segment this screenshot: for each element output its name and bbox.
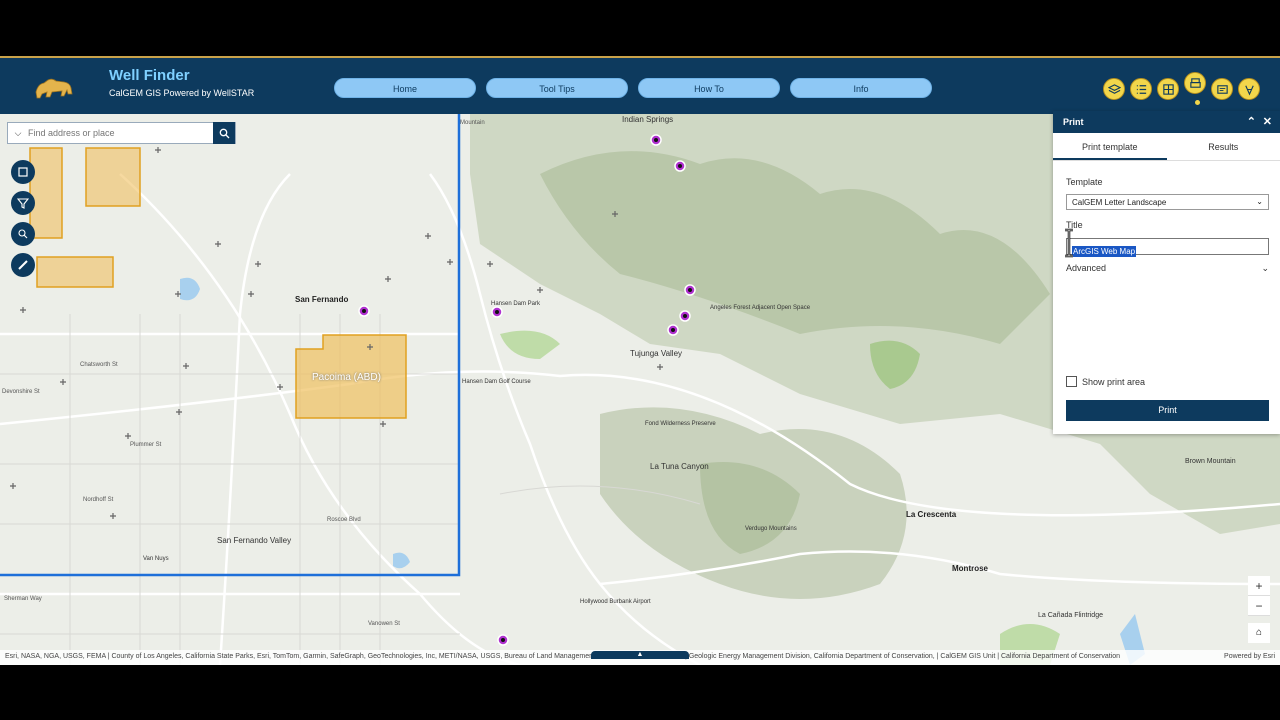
chevron-down-icon: ⌄ bbox=[1261, 263, 1269, 273]
nav-how-to-button[interactable]: How To bbox=[638, 78, 780, 98]
title-input-value: ArcGIS Web Map bbox=[1072, 246, 1137, 257]
nav-home-button[interactable]: Home bbox=[334, 78, 476, 98]
filter-button[interactable] bbox=[11, 191, 35, 215]
tab-print-template[interactable]: Print template bbox=[1053, 133, 1167, 160]
map-label: La Cañada Flintridge bbox=[1038, 612, 1103, 619]
template-value: CalGEM Letter Landscape bbox=[1072, 198, 1167, 207]
filter-icon bbox=[17, 198, 29, 209]
nav-tool-tips-button[interactable]: Tool Tips bbox=[486, 78, 628, 98]
search-input[interactable] bbox=[28, 128, 213, 138]
map-label: La Tuna Canyon bbox=[650, 462, 709, 471]
active-tool-indicator bbox=[1195, 100, 1200, 105]
map-label: Indian Springs bbox=[622, 115, 674, 124]
map-label: Hansen Dam Park bbox=[491, 301, 541, 307]
app-subtitle: CalGEM GIS Powered by WellSTAR bbox=[109, 88, 255, 98]
measure-button[interactable] bbox=[11, 253, 35, 277]
template-select[interactable]: CalGEM Letter Landscape ⌄ bbox=[1066, 194, 1269, 210]
collapse-icon[interactable]: ⌃ bbox=[1247, 115, 1256, 128]
home-icon: ⌂ bbox=[1255, 627, 1263, 638]
expand-panel-tab[interactable]: ▲ bbox=[591, 651, 689, 659]
map-label: San Fernando Valley bbox=[217, 536, 292, 545]
checkbox-box[interactable] bbox=[1066, 376, 1077, 387]
map-label: Tujunga Valley bbox=[630, 349, 683, 358]
street-label: Chatsworth St bbox=[80, 362, 118, 368]
print-submit-button[interactable]: Print bbox=[1066, 400, 1269, 421]
search-icon bbox=[219, 128, 229, 138]
query-icon bbox=[18, 229, 28, 239]
map-label: Hollywood Burbank Airport bbox=[580, 599, 651, 605]
zoom-in-button[interactable]: + bbox=[1248, 576, 1270, 596]
show-print-area-checkbox[interactable]: Show print area bbox=[1066, 376, 1145, 387]
list-icon bbox=[1136, 84, 1146, 94]
show-print-area-label: Show print area bbox=[1082, 376, 1146, 387]
street-label: Vanowen St bbox=[368, 621, 400, 627]
left-toolbar bbox=[7, 156, 39, 288]
template-label: Template bbox=[1066, 177, 1103, 187]
identify-button[interactable] bbox=[11, 160, 35, 184]
street-label: Devonshire St bbox=[2, 389, 40, 395]
identify-icon bbox=[18, 167, 28, 177]
search-source-dropdown[interactable]: ⌵ bbox=[8, 128, 28, 139]
street-label: Nordhoff St bbox=[83, 497, 114, 503]
well-icon bbox=[1244, 85, 1254, 96]
layers-icon bbox=[1107, 83, 1121, 94]
ruler-icon bbox=[18, 260, 28, 270]
print-preview-icon bbox=[1216, 84, 1228, 94]
map-label: Montrose bbox=[952, 564, 988, 573]
print-panel-header: Print ⌃ ✕ bbox=[1053, 111, 1280, 133]
map-label: Brown Mountain bbox=[1185, 458, 1236, 465]
street-label: Sherman Way bbox=[4, 596, 42, 602]
street-label: Mountain bbox=[460, 120, 485, 126]
print-button[interactable] bbox=[1184, 72, 1206, 94]
advanced-toggle[interactable]: Advanced ⌄ bbox=[1066, 263, 1269, 273]
legend-button[interactable] bbox=[1130, 78, 1152, 100]
title-input[interactable]: ArcGIS Web Map bbox=[1066, 238, 1269, 257]
attribution-text: Esri, NASA, NGA, USGS, FEMA | County of … bbox=[5, 653, 1121, 660]
powered-by-esri[interactable]: Powered by Esri bbox=[1224, 653, 1275, 660]
bear-logo-icon bbox=[35, 78, 73, 99]
basemap-icon bbox=[1162, 83, 1174, 95]
app-title: Well Finder bbox=[109, 67, 190, 84]
map-label: Hansen Dam Golf Course bbox=[462, 379, 531, 385]
print-preview-button[interactable] bbox=[1211, 78, 1233, 100]
street-label: Roscoe Blvd bbox=[327, 517, 361, 523]
tab-results[interactable]: Results bbox=[1167, 133, 1280, 160]
print-icon bbox=[1189, 77, 1201, 88]
text-cursor-icon bbox=[1065, 228, 1073, 258]
well-tool-button[interactable] bbox=[1238, 78, 1260, 100]
street-label: Plummer St bbox=[130, 442, 162, 448]
app-window: Well Finder CalGEM GIS Powered by WellST… bbox=[0, 56, 1280, 665]
chevron-down-icon: ⌄ bbox=[1256, 197, 1263, 206]
layers-button[interactable] bbox=[1103, 78, 1125, 100]
search-widget: ⌵ bbox=[7, 122, 236, 144]
map-label: La Crescenta bbox=[906, 510, 957, 519]
close-icon[interactable]: ✕ bbox=[1263, 115, 1272, 128]
zoom-controls: + − bbox=[1248, 576, 1270, 616]
map-label: Fond Wilderness Preserve bbox=[645, 421, 716, 427]
map-label: San Fernando bbox=[295, 295, 349, 304]
home-view-button[interactable]: ⌂ bbox=[1248, 623, 1270, 643]
field-label: Pacoima (ABD) bbox=[312, 372, 381, 383]
advanced-label: Advanced bbox=[1066, 263, 1107, 273]
zoom-out-button[interactable]: − bbox=[1248, 596, 1270, 616]
print-tabs: Print template Results bbox=[1053, 133, 1280, 161]
print-panel-title: Print bbox=[1063, 117, 1084, 127]
search-button[interactable] bbox=[213, 122, 235, 144]
print-panel: Print ⌃ ✕ Print template Results Templat… bbox=[1053, 111, 1280, 434]
map-label: Van Nuys bbox=[143, 556, 169, 562]
basemap-button[interactable] bbox=[1157, 78, 1179, 100]
map-label: Angeles Forest Adjacent Open Space bbox=[710, 305, 811, 311]
header-bar: Well Finder CalGEM GIS Powered by WellST… bbox=[0, 56, 1280, 114]
nav-info-button[interactable]: Info bbox=[790, 78, 932, 98]
map-label: Verdugo Mountains bbox=[745, 526, 797, 532]
query-button[interactable] bbox=[11, 222, 35, 246]
